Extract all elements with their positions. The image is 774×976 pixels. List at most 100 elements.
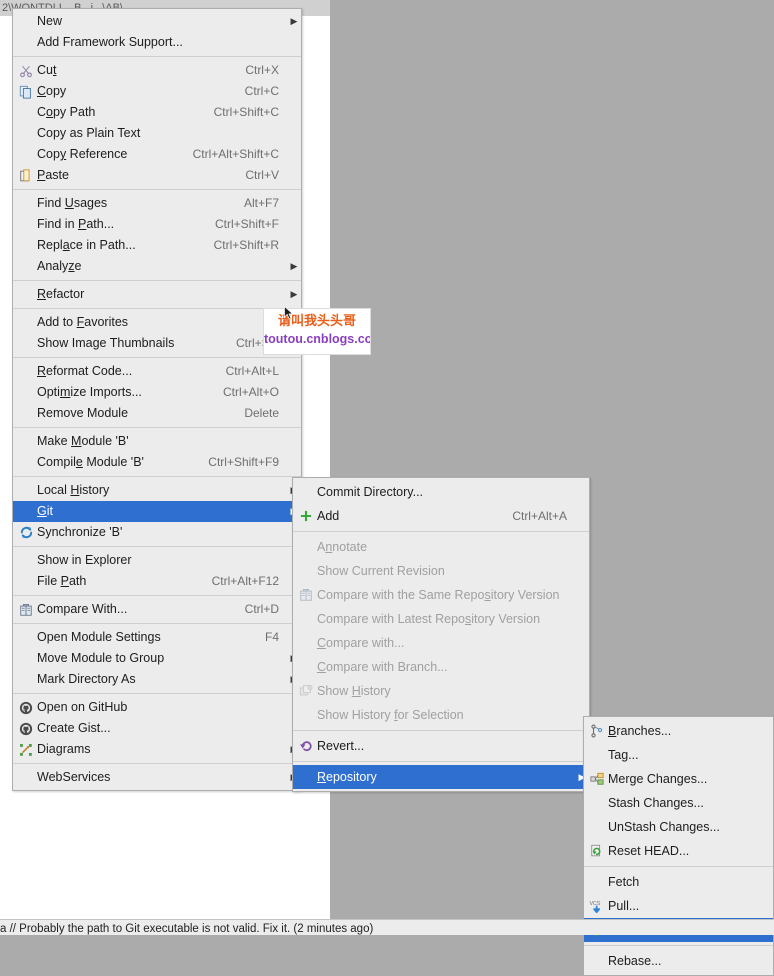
menu-item-add[interactable]: Add Ctrl+Alt+A [293, 504, 589, 528]
menu-item-compare-with-branch: Compare with Branch... [293, 655, 589, 679]
menu-item-show-in-explorer[interactable]: Show in Explorer [13, 550, 301, 571]
icon-placeholder [295, 707, 317, 723]
menu-item-label: Synchronize 'B' [37, 525, 123, 539]
menu-item-new[interactable]: New ▶ [13, 11, 301, 32]
menu-item-label: Reformat Code... [37, 364, 133, 378]
menu-item-stash-changes[interactable]: Stash Changes... [584, 791, 773, 815]
menu-item-label: Pull... [608, 899, 640, 913]
menu-separator [13, 595, 301, 596]
menu-item-make-module-b[interactable]: Make Module 'B' [13, 431, 301, 452]
icon-placeholder [15, 147, 37, 163]
icon-placeholder [15, 406, 37, 422]
menu-item-label: Tag... [608, 748, 639, 762]
watermark-overlay: 请叫我头头哥 toutou.cnblogs.com [263, 308, 371, 355]
menu-item-label: Open Module Settings [37, 630, 161, 644]
menu-item-create-gist[interactable]: Create Gist... [13, 718, 301, 739]
menu-item-compare-with-latest-repository-version: Compare with Latest Repository Version [293, 607, 589, 631]
watermark-line2: toutou.cnblogs.com [264, 332, 370, 346]
menu-item-label: Reset HEAD... [608, 844, 690, 858]
menu-item-compare-with: Compare with... [293, 631, 589, 655]
menu-item-label: Optimize Imports... [37, 385, 142, 399]
menu-item-label: New [37, 14, 63, 28]
menu-item-label: Compare with Branch... [317, 660, 448, 674]
menu-separator [13, 623, 301, 624]
menu-item-copy-path[interactable]: Copy Path Ctrl+Shift+C [13, 102, 301, 123]
menu-item-open-module-settings[interactable]: Open Module Settings F4 [13, 627, 301, 648]
icon-placeholder [295, 563, 317, 579]
menu-item-shortcut: Ctrl+Alt+F12 [211, 574, 279, 588]
repository-submenu[interactable]: Branches... Tag... Merge Changes... Stash C… [583, 716, 774, 976]
menu-item-rebase[interactable]: Rebase... [584, 949, 773, 973]
menu-item-move-module-to-group[interactable]: Move Module to Group▶ [13, 648, 301, 669]
menu-item-refactor[interactable]: Refactor ▶ [13, 284, 301, 305]
menu-item-compare-with[interactable]: Compare With... Ctrl+D [13, 599, 301, 620]
menu-item-merge-changes[interactable]: Merge Changes... [584, 767, 773, 791]
menu-item-cut[interactable]: Cut Ctrl+X [13, 60, 301, 81]
menu-item-shortcut: Alt+F7 [243, 196, 279, 210]
menu-item-fetch[interactable]: Fetch [584, 870, 773, 894]
branch-icon [586, 723, 608, 739]
menu-item-git[interactable]: Git▶ [13, 501, 301, 522]
scissors-icon [15, 63, 37, 79]
menu-item-add-to-favorites[interactable]: Add to Favorites▶ [13, 312, 301, 333]
sync-icon [15, 525, 37, 541]
menu-item-shortcut: Ctrl+Alt+A [512, 509, 567, 523]
icon-placeholder [15, 434, 37, 450]
menu-item-optimize-imports[interactable]: Optimize Imports... Ctrl+Alt+O [13, 382, 301, 403]
menu-item-open-on-github[interactable]: Open on GitHub [13, 697, 301, 718]
menu-item-add-framework-support[interactable]: Add Framework Support... [13, 32, 301, 53]
menu-item-remove-module[interactable]: Remove Module Delete [13, 403, 301, 424]
icon-placeholder [586, 953, 608, 969]
menu-item-tag[interactable]: Tag... [584, 743, 773, 767]
watermark-line1: 请叫我头头哥 [277, 313, 356, 328]
menu-item-branches[interactable]: Branches... [584, 719, 773, 743]
menu-item-synchronize-b[interactable]: Synchronize 'B' [13, 522, 301, 543]
menu-item-analyze[interactable]: Analyze ▶ [13, 256, 301, 277]
menu-item-label: Repository [317, 770, 377, 784]
menu-separator [13, 476, 301, 477]
menu-separator [584, 945, 773, 946]
git-submenu[interactable]: Commit Directory... Add Ctrl+Alt+A Annotate… [292, 477, 590, 792]
menu-item-replace-in-path[interactable]: Replace in Path... Ctrl+Shift+R [13, 235, 301, 256]
menu-item-shortcut: Ctrl+Shift+R [213, 238, 279, 252]
menu-item-copy-as-plain-text[interactable]: Copy as Plain Text [13, 123, 301, 144]
icon-placeholder [15, 14, 37, 30]
menu-separator [584, 866, 773, 867]
menu-item-find-in-path[interactable]: Find in Path... Ctrl+Shift+F [13, 214, 301, 235]
menu-item-label: Merge Changes... [608, 772, 708, 786]
icon-placeholder [15, 196, 37, 212]
menu-item-reset-head[interactable]: Reset HEAD... [584, 839, 773, 863]
revert-icon [295, 738, 317, 754]
menu-item-label: Find in Path... [37, 217, 115, 231]
icon-placeholder [15, 217, 37, 233]
icon-placeholder [15, 364, 37, 380]
menu-item-diagrams[interactable]: Diagrams▶ [13, 739, 301, 760]
menu-item-find-usages[interactable]: Find Usages Alt+F7 [13, 193, 301, 214]
menu-item-annotate: Annotate [293, 535, 589, 559]
menu-item-shortcut: Ctrl+Shift+F9 [208, 455, 279, 469]
menu-separator [13, 357, 301, 358]
menu-item-show-image-thumbnails[interactable]: Show Image Thumbnails Ctrl+Shi [13, 333, 301, 354]
menu-item-paste[interactable]: Paste Ctrl+V [13, 165, 301, 186]
menu-item-label: Add [317, 509, 340, 523]
menu-item-revert[interactable]: Revert... [293, 734, 589, 758]
menu-item-commit-directory[interactable]: Commit Directory... [293, 480, 589, 504]
menu-item-copy[interactable]: Copy Ctrl+C [13, 81, 301, 102]
menu-item-unstash-changes[interactable]: UnStash Changes... [584, 815, 773, 839]
menu-item-file-path[interactable]: File Path Ctrl+Alt+F12 [13, 571, 301, 592]
menu-item-compile-module-b[interactable]: Compile Module 'B' Ctrl+Shift+F9 [13, 452, 301, 473]
project-view-context-menu[interactable]: New ▶ Add Framework Support... Cut Ctrl+X Cop… [12, 8, 302, 791]
icon-placeholder [15, 35, 37, 51]
menu-item-label: Paste [37, 168, 69, 182]
menu-item-copy-reference[interactable]: Copy Reference Ctrl+Alt+Shift+C [13, 144, 301, 165]
menu-item-local-history[interactable]: Local History▶ [13, 480, 301, 501]
menu-separator [13, 763, 301, 764]
menu-item-mark-directory-as[interactable]: Mark Directory As▶ [13, 669, 301, 690]
menu-item-shortcut: Delete [244, 406, 279, 420]
menu-separator [13, 56, 301, 57]
menu-item-repository[interactable]: Repository ▶ [293, 765, 589, 789]
svg-text:VCS: VCS [589, 901, 600, 907]
menu-item-reformat-code[interactable]: Reformat Code... Ctrl+Alt+L [13, 361, 301, 382]
menu-item-pull[interactable]: VCS Pull... [584, 894, 773, 918]
menu-item-webservices[interactable]: WebServices▶ [13, 767, 301, 788]
